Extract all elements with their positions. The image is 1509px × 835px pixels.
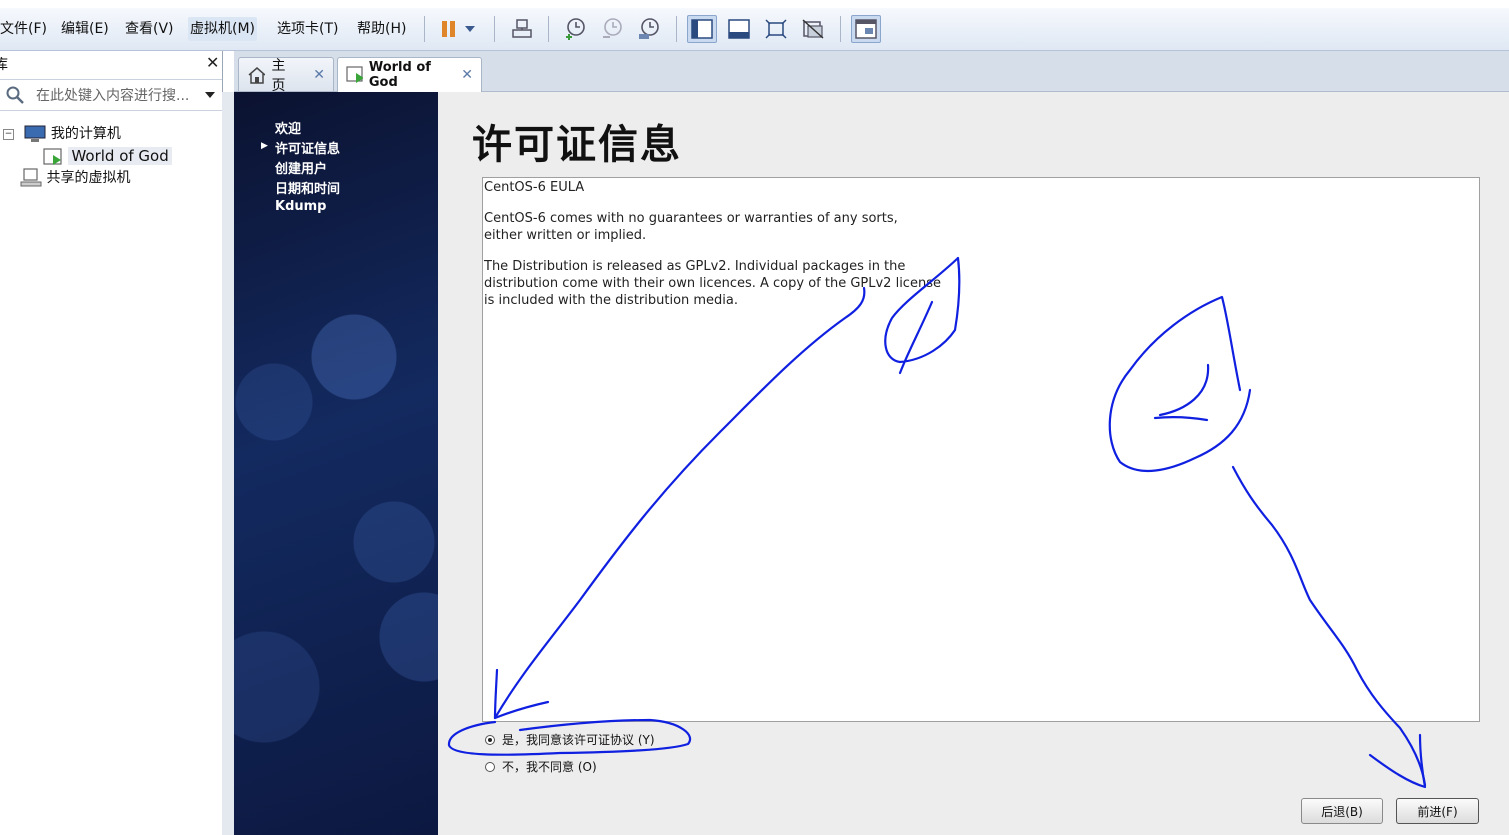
vm-icon [346, 66, 363, 83]
thumbnail-icon [855, 19, 877, 39]
send-keys-button[interactable] [507, 15, 537, 43]
console-view-icon [728, 19, 750, 39]
unity-icon [802, 19, 824, 39]
step-license: 许可证信息 [275, 142, 341, 157]
eula-paragraph: CentOS-6 comes with no guarantees or war… [484, 211, 898, 243]
close-icon[interactable]: ✕ [206, 53, 219, 72]
toolbar-separator [548, 16, 549, 42]
tab-world-of-god[interactable]: World of God ✕ [337, 57, 482, 92]
radio-selected-dot [488, 737, 492, 742]
forward-button[interactable]: 前进(F) [1396, 798, 1479, 824]
menu-bar: 文件(F) 编辑(E) 查看(V) 虚拟机(M) 选项卡(T) 帮助(H) [0, 8, 1509, 51]
window-top-edge [0, 0, 1509, 8]
menu-help[interactable]: 帮助(H) [355, 17, 408, 41]
fullscreen-icon [765, 19, 787, 39]
send-keys-icon [512, 19, 532, 38]
thumbnail-bar-button[interactable] [851, 15, 881, 43]
library-view-button[interactable] [687, 15, 717, 43]
tab-label: World of God [368, 60, 431, 90]
close-icon[interactable]: ✕ [461, 67, 473, 83]
vm-console[interactable]: 欢迎 ▶ 许可证信息 创建用户 日期和时间 Kdump 许可证信息 CentOS… [234, 92, 1509, 835]
menu-vm[interactable]: 虚拟机(M) [188, 17, 258, 41]
library-panel: 库 ✕ − 我的计算机 World of God 共享的虚拟机 [0, 51, 223, 835]
tree-item-label: World of God [68, 147, 172, 165]
step-welcome: 欢迎 [275, 122, 302, 137]
toolbar-separator [424, 16, 425, 42]
search-input[interactable] [34, 85, 202, 107]
eula-paragraph: CentOS-6 EULA [484, 180, 585, 195]
close-icon[interactable]: ✕ [313, 67, 325, 83]
tab-home[interactable]: 主页 ✕ [238, 57, 334, 94]
library-search [0, 79, 222, 111]
dropdown-icon [465, 26, 475, 32]
snapshot-manager-button[interactable] [634, 15, 664, 43]
back-button[interactable]: 后退(B) [1301, 798, 1383, 824]
snapshot-button[interactable] [560, 15, 590, 43]
chevron-down-icon[interactable] [204, 90, 216, 100]
menu-view[interactable]: 查看(V) [123, 17, 176, 41]
pause-icon [442, 21, 455, 37]
toolbar-separator [840, 16, 841, 42]
collapse-toggle[interactable]: − [3, 128, 14, 140]
console-view-button[interactable] [724, 15, 754, 43]
fullscreen-button[interactable] [761, 15, 791, 43]
library-view-icon [691, 19, 713, 39]
unity-button[interactable] [798, 15, 828, 43]
tree-item-shared-vms[interactable]: 共享的虚拟机 [20, 167, 130, 189]
shared-vm-icon [20, 168, 42, 187]
snapshot-manager-icon [639, 18, 659, 39]
tree-item-world-of-god[interactable]: World of God [42, 145, 172, 167]
agree-label: 是，我同意该许可证协议 (Y) [502, 733, 655, 747]
tab-strip: 主页 ✕ World of God ✕ [234, 51, 1509, 94]
computer-icon [24, 125, 46, 142]
step-kdump: Kdump [275, 199, 327, 214]
installer-sidebar: 欢迎 ▶ 许可证信息 创建用户 日期和时间 Kdump [234, 92, 438, 835]
current-step-arrow-icon: ▶ [261, 141, 268, 151]
step-date-time: 日期和时间 [275, 182, 341, 197]
library-title: 库 [0, 57, 8, 73]
panel-splitter[interactable] [222, 92, 234, 835]
menu-file[interactable]: 文件(F) [0, 17, 49, 41]
menu-tabs[interactable]: 选项卡(T) [275, 17, 340, 41]
search-icon [6, 86, 24, 104]
tab-label: 主页 [271, 57, 286, 94]
disagree-radio-option[interactable]: 不，我不同意 (O) [485, 758, 597, 775]
agree-radio[interactable] [485, 734, 495, 745]
power-dropdown-button[interactable] [460, 15, 480, 43]
agree-radio-option[interactable]: 是，我同意该许可证协议 (Y) [485, 731, 655, 748]
tree-item-label: 我的计算机 [50, 126, 121, 142]
page-title: 许可证信息 [472, 122, 682, 168]
revert-snapshot-icon [603, 18, 622, 38]
eula-textbox[interactable]: CentOS-6 EULA CentOS-6 comes with no gua… [482, 177, 1480, 722]
toolbar-separator [494, 16, 495, 42]
snapshot-icon [566, 18, 585, 40]
toolbar-separator [676, 16, 677, 42]
eula-paragraph: The Distribution is released as GPLv2. I… [484, 259, 941, 308]
vm-icon [43, 148, 62, 165]
tree-item-my-computer[interactable]: − 我的计算机 [3, 123, 121, 145]
disagree-radio[interactable] [485, 761, 495, 772]
menu-edit[interactable]: 编辑(E) [59, 17, 111, 41]
step-create-user: 创建用户 [275, 162, 328, 177]
revert-snapshot-button[interactable] [597, 15, 627, 43]
library-header: 库 ✕ [0, 51, 222, 75]
home-icon [248, 66, 266, 84]
disagree-label: 不，我不同意 (O) [502, 760, 597, 774]
tree-item-label: 共享的虚拟机 [46, 170, 131, 186]
